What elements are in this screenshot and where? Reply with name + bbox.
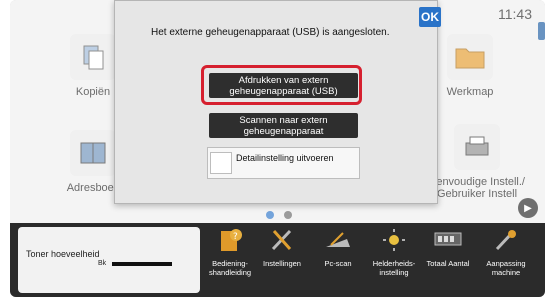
- customize-icon: [490, 225, 522, 255]
- scan-to-usb-button[interactable]: Scannen naar extern geheugenapparaat: [209, 113, 358, 138]
- taskbar-customize[interactable]: Aanpassing machine: [478, 225, 534, 277]
- print-from-usb-button[interactable]: Afdrukken van extern geheugenapparaat (U…: [209, 73, 358, 98]
- detail-setting-option[interactable]: Detailinstelling uitvoeren: [207, 147, 360, 179]
- taskbar-manual[interactable]: ? Bediening- shandleiding: [202, 225, 258, 277]
- screen: Kopiën Werkmap Adresboek Eenvoudige Inst…: [0, 0, 547, 297]
- toner-color-label: Bk: [98, 260, 107, 267]
- taskbar-total-count[interactable]: Totaal Aantal: [420, 225, 476, 268]
- svg-text:?: ?: [233, 232, 238, 242]
- settings-tools-icon: [266, 225, 298, 255]
- detail-checkbox[interactable]: [210, 152, 232, 174]
- pc-scan-icon: [322, 225, 354, 255]
- home-screen: Kopiën Werkmap Adresboek Eenvoudige Inst…: [10, 0, 545, 223]
- device-panel: Kopiën Werkmap Adresboek Eenvoudige Inst…: [10, 0, 545, 297]
- print-from-usb-label: Afdrukken van extern geheugenapparaat (U…: [229, 74, 338, 97]
- counter-icon: [432, 225, 464, 255]
- taskbar-label: Aanpassing machine: [486, 259, 526, 277]
- ok-button[interactable]: OK: [419, 7, 441, 27]
- toner-panel: Toner hoeveelheid Bk: [18, 227, 200, 293]
- detail-setting-label: Detailinstelling uitvoeren: [236, 153, 334, 163]
- taskbar-pc-scan[interactable]: Pc-scan: [310, 225, 366, 268]
- taskbar-label: Totaal Aantal: [426, 259, 470, 268]
- taskbar-label: Pc-scan: [324, 259, 352, 268]
- taskbar: Toner hoeveelheid Bk ? Bediening- shandl…: [10, 223, 545, 297]
- scan-to-usb-label: Scannen naar extern geheugenapparaat: [239, 114, 328, 137]
- toner-level-bar: [112, 262, 172, 266]
- taskbar-brightness[interactable]: Helderheids- instelling: [366, 225, 422, 277]
- brightness-icon: [378, 225, 410, 255]
- manual-icon: ?: [214, 225, 246, 255]
- taskbar-label: Instellingen: [263, 259, 301, 268]
- taskbar-label: Bediening- shandleiding: [208, 259, 252, 277]
- dialog-message: Het externe geheugenapparaat (USB) is aa…: [151, 27, 390, 38]
- usb-dialog: Het externe geheugenapparaat (USB) is aa…: [114, 0, 441, 204]
- taskbar-label: Helderheids- instelling: [372, 259, 416, 277]
- toner-label: Toner hoeveelheid: [26, 249, 100, 259]
- toner-level-fill: [112, 262, 172, 266]
- taskbar-settings[interactable]: Instellingen: [254, 225, 310, 268]
